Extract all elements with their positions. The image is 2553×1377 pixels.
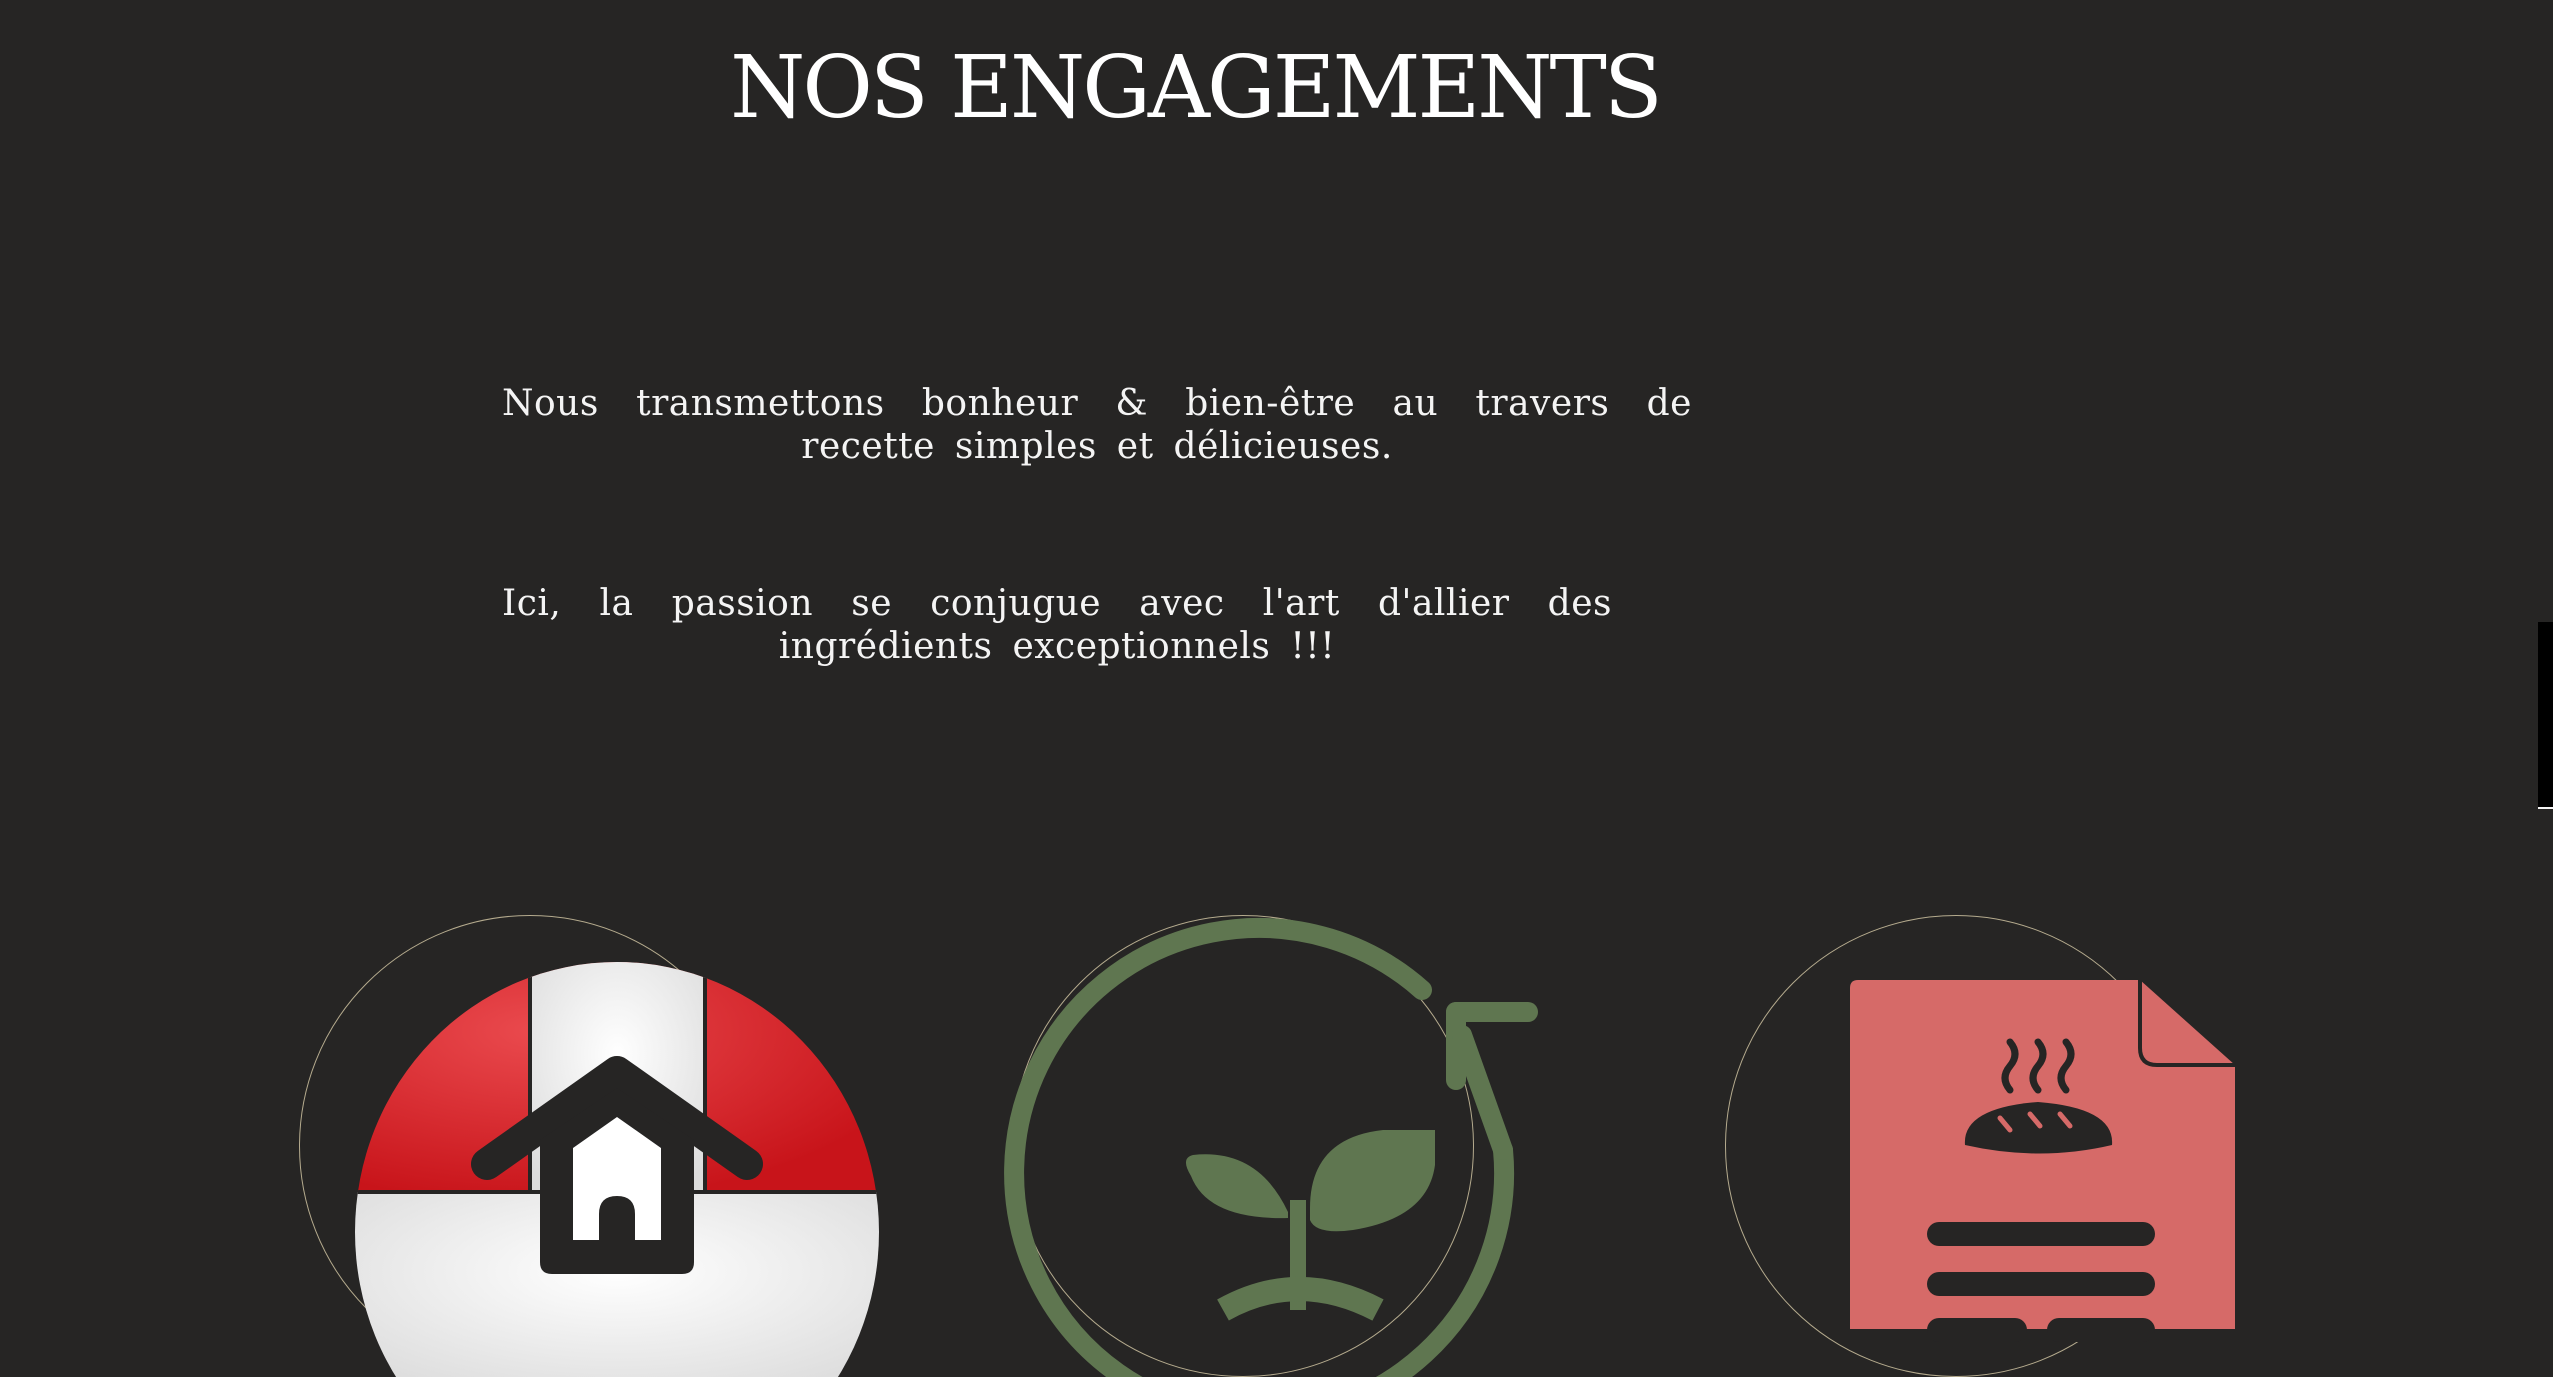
side-scroll-tab[interactable] xyxy=(2538,622,2553,809)
house-ball-icon xyxy=(355,962,879,1377)
eco-plant-icon xyxy=(1004,918,1538,1377)
mission-paragraph-1: Nous transmettons bonheur & bien-être au… xyxy=(502,383,1692,467)
bread-recipe-icon xyxy=(1850,980,2235,1342)
mission-paragraph-2: Ici, la passion se conjugue avec l'art d… xyxy=(502,583,1612,667)
page-title: NOS ENGAGEMENTS xyxy=(730,38,1663,138)
